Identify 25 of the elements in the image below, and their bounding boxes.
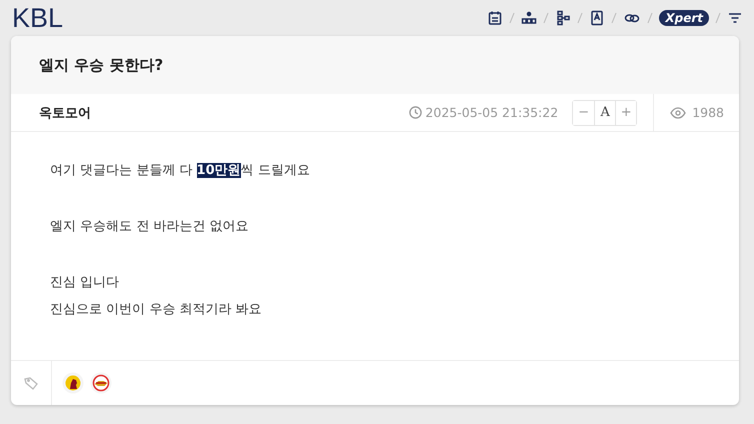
slash-separator-icon [611,12,618,24]
book-icon[interactable] [589,10,606,26]
team-logo-icon [90,372,112,394]
post-title: 엘지 우승 못한다? [39,56,164,74]
author-name: 옥토모어 [39,104,92,122]
view-count: 1988 [692,105,724,120]
board-title: KBL [12,4,64,32]
post-text: 진심 입니다 [50,274,120,292]
slash-separator-icon [647,12,654,24]
clock-icon [409,106,422,119]
xpert-badge[interactable]: Xpert [659,10,709,26]
slash-separator-icon [509,12,516,24]
post-text: 엘지 우승해도 전 바라는건 없어요 [50,218,250,236]
org-chart-icon[interactable] [521,10,538,26]
calendar-icon[interactable] [487,10,504,26]
slash-separator-icon [543,12,550,24]
tag-icon [24,376,38,390]
eye-icon [670,106,686,118]
post-text: 진심으로 이번이 우승 최적기라 봐요 [50,301,263,319]
post-text: 여기 댓글다는 분들께 다 10만원씩 드릴게요 [50,162,311,180]
post-datetime: 2025-05-05 21:35:22 [425,105,558,120]
slash-separator-icon [715,12,721,24]
team-logo-icon [62,372,84,394]
hierarchy-icon[interactable] [555,10,572,26]
slash-separator-icon [577,12,584,24]
